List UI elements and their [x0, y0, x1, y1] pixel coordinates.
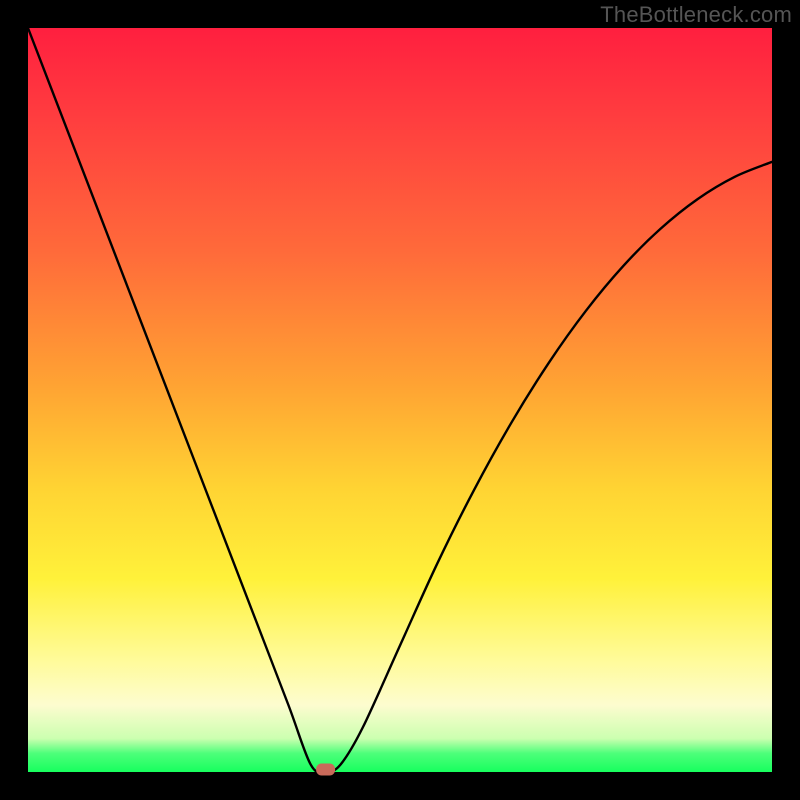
chart-plot-area — [28, 28, 772, 772]
watermark-text: TheBottleneck.com — [600, 2, 792, 28]
bottleneck-curve — [28, 28, 772, 773]
minimum-marker — [317, 764, 335, 775]
chart-svg — [28, 28, 772, 772]
